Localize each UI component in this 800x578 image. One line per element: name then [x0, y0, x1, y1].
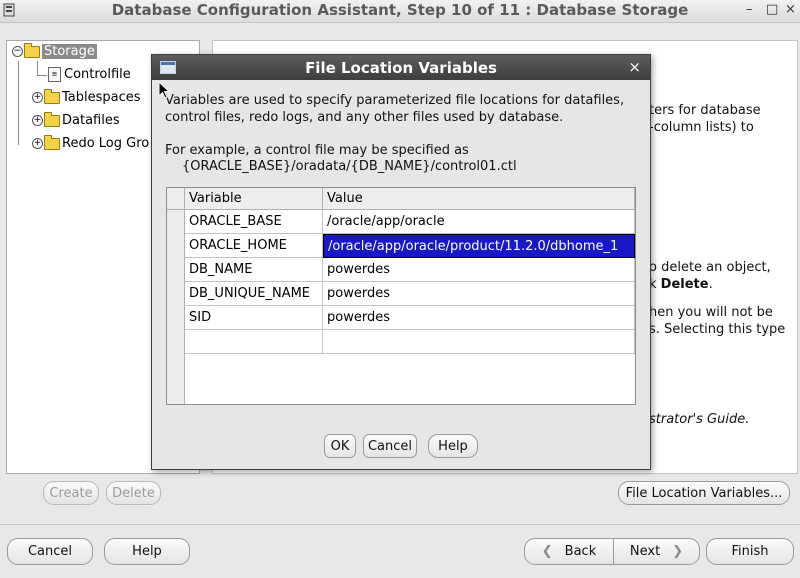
- collapse-icon[interactable]: −: [12, 46, 23, 57]
- description-fragment: .: [708, 277, 713, 292]
- row-header-gutter: [167, 210, 185, 404]
- description-text: hen you will not be: [649, 305, 773, 320]
- back-arrow-icon: ❮: [541, 544, 553, 559]
- folder-icon: [24, 42, 40, 58]
- back-button-label: Back: [564, 544, 597, 559]
- column-header-variable[interactable]: Variable: [185, 188, 323, 210]
- tree-item-label: Storage: [42, 44, 97, 59]
- tree-connector: [37, 75, 47, 76]
- description-text: o delete an object,: [649, 260, 771, 275]
- tree-item-tablespaces[interactable]: + Tablespaces: [32, 88, 141, 107]
- expand-icon[interactable]: +: [32, 92, 43, 103]
- table-cell-value[interactable]: powerdes: [323, 306, 635, 330]
- window-title-bar: Database Configuration Assistant, Step 1…: [0, 0, 800, 23]
- tree-connector: [37, 61, 38, 75]
- folder-icon: [44, 134, 60, 150]
- cancel-button[interactable]: Cancel: [7, 538, 93, 565]
- tree-item-storage[interactable]: − Storage: [12, 42, 97, 61]
- tree-item-datafiles[interactable]: + Datafiles: [32, 111, 120, 130]
- mouse-pointer-icon: [158, 81, 170, 99]
- divider: [0, 524, 800, 525]
- table-corner: [167, 188, 185, 210]
- expand-icon[interactable]: +: [32, 138, 43, 149]
- back-button[interactable]: ❮ Back: [524, 538, 614, 565]
- next-button[interactable]: Next ❯: [613, 538, 700, 565]
- dialog-description: Variables are used to specify parameteri…: [165, 93, 625, 108]
- dialog-title: File Location Variables: [305, 59, 497, 77]
- table-cell-variable[interactable]: [185, 330, 323, 354]
- table-cell-variable[interactable]: ORACLE_BASE: [185, 210, 323, 234]
- dialog-help-button[interactable]: Help: [428, 434, 478, 458]
- dialog-example-path: {ORACLE_BASE}/oradata/{DB_NAME}/control0…: [182, 159, 517, 174]
- table-cell-value[interactable]: /oracle/app/oracle: [323, 210, 635, 234]
- controlfile-icon: ≡: [48, 67, 61, 82]
- table-cell-variable[interactable]: DB_UNIQUE_NAME: [185, 282, 323, 306]
- table-cell-value-selected[interactable]: /oracle/app/oracle/product/11.2.0/dbhome…: [323, 234, 635, 258]
- tree-connector: [18, 61, 19, 145]
- window-title: Database Configuration Assistant, Step 1…: [111, 1, 689, 19]
- help-button[interactable]: Help: [104, 538, 190, 565]
- delete-keyword: Delete: [660, 277, 709, 292]
- dialog-description: control files, redo logs, and any other …: [165, 110, 564, 125]
- folder-icon: [44, 111, 60, 127]
- description-text: strator's Guide.: [649, 412, 750, 427]
- delete-button[interactable]: Delete: [106, 481, 161, 505]
- finish-button[interactable]: Finish: [706, 538, 794, 565]
- dialog-cancel-button[interactable]: Cancel: [363, 434, 417, 458]
- file-location-variables-button[interactable]: File Location Variables...: [618, 481, 790, 505]
- table-cell-value[interactable]: powerdes: [323, 258, 635, 282]
- description-text: k Delete.: [649, 277, 713, 292]
- description-text: ters for database: [649, 103, 761, 118]
- minimize-button[interactable]: –: [746, 2, 753, 17]
- dialog-close-icon[interactable]: ×: [628, 58, 641, 76]
- table-cell-value[interactable]: [323, 330, 635, 354]
- table-cell-variable[interactable]: ORACLE_HOME: [185, 234, 323, 258]
- file-location-variables-dialog[interactable]: File Location Variables × Variables are …: [151, 54, 651, 470]
- description-text: s. Selecting this type: [649, 322, 786, 337]
- dialog-example: For example, a control file may be speci…: [165, 143, 469, 158]
- table-cell-value[interactable]: powerdes: [323, 282, 635, 306]
- table-cell-variable[interactable]: DB_NAME: [185, 258, 323, 282]
- column-header-value[interactable]: Value: [323, 188, 635, 210]
- ok-button[interactable]: OK: [324, 434, 356, 458]
- table-cell-variable[interactable]: SID: [185, 306, 323, 330]
- close-button[interactable]: ×: [785, 2, 796, 17]
- next-button-label: Next: [629, 544, 661, 559]
- create-button[interactable]: Create: [43, 481, 99, 505]
- dialog-title-bar[interactable]: File Location Variables ×: [152, 55, 650, 80]
- tree-item-label: Controlfile: [64, 67, 131, 82]
- folder-icon: [44, 88, 60, 104]
- next-arrow-icon: ❯: [672, 544, 684, 559]
- tree-item-controlfile[interactable]: ≡ Controlfile: [48, 66, 131, 84]
- tree-item-label: Datafiles: [62, 113, 120, 128]
- tree-item-label: Redo Log Gro: [62, 136, 150, 151]
- variables-table[interactable]: Variable Value ORACLE_BASE /oracle/app/o…: [166, 187, 636, 405]
- maximize-button[interactable]: □: [766, 2, 778, 17]
- description-text: -column lists) to: [649, 120, 754, 135]
- tree-item-label: Tablespaces: [62, 90, 141, 105]
- tree-item-redo-log-groups[interactable]: + Redo Log Gro: [32, 134, 150, 153]
- expand-icon[interactable]: +: [32, 115, 43, 126]
